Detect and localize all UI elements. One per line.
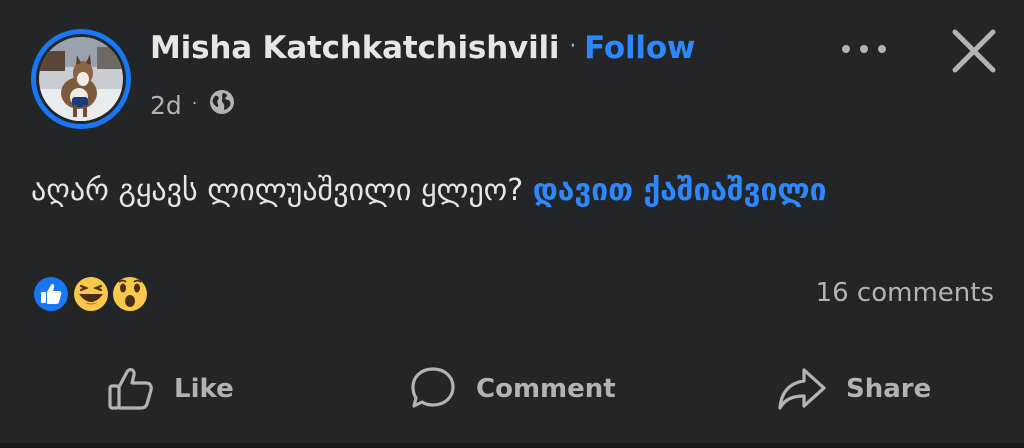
avatar-photo xyxy=(39,37,123,121)
meta-separator: · xyxy=(191,92,198,114)
more-options-button[interactable] xyxy=(836,34,896,64)
thumbs-up-icon xyxy=(108,368,153,410)
share-label: Share xyxy=(846,374,932,404)
author-avatar[interactable] xyxy=(31,29,131,129)
close-icon xyxy=(952,29,996,73)
bottom-divider xyxy=(0,443,1024,448)
wow-reaction-icon xyxy=(111,275,149,313)
like-reaction-icon xyxy=(32,275,70,313)
post-actions-bar: Like Comment Share xyxy=(0,358,1024,420)
comment-icon xyxy=(411,367,455,408)
avatar-border xyxy=(36,34,126,124)
post-timestamp[interactable]: 2d xyxy=(150,91,182,120)
like-button[interactable]: Like xyxy=(106,358,234,420)
more-options-icon xyxy=(842,45,886,53)
share-button[interactable]: Share xyxy=(776,358,931,420)
comment-label: Comment xyxy=(476,374,616,404)
title-separator: · xyxy=(569,34,577,59)
author-name[interactable]: Misha Katchkatchishvili xyxy=(150,30,560,66)
post-body: აღარ გყავს ლილუაშვილი ყლეო? დავით ქაშიაშ… xyxy=(31,162,991,220)
reactions-summary[interactable] xyxy=(31,274,161,314)
follow-button[interactable]: Follow xyxy=(584,30,695,66)
like-label: Like xyxy=(174,374,234,404)
post-meta: 2d · xyxy=(150,88,236,122)
globe-icon xyxy=(208,88,236,122)
comment-button[interactable]: Comment xyxy=(408,358,616,420)
post-header-title: Misha Katchkatchishvili · Follow xyxy=(150,30,696,66)
mention-link[interactable]: დავით ქაშიაშვილი xyxy=(533,173,827,208)
share-icon xyxy=(778,368,826,410)
haha-reaction-icon xyxy=(72,275,110,313)
close-button[interactable] xyxy=(949,26,999,76)
post-text: აღარ გყავს ლილუაშვილი ყლეო? xyxy=(31,173,533,208)
comments-count-link[interactable]: 16 comments xyxy=(816,278,994,308)
